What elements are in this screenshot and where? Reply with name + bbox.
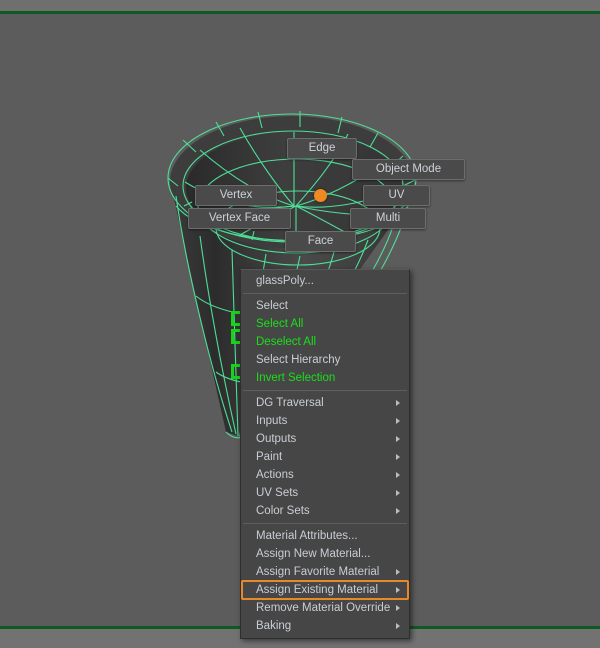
context-menu-item-label: Assign Existing Material <box>256 584 379 596</box>
context-menu-item-deselect-all[interactable]: Deselect All <box>241 333 409 351</box>
context-menu-item-remove-material-override[interactable]: Remove Material Override <box>241 599 409 617</box>
marking-menu-item-vertex[interactable]: Vertex <box>195 185 277 206</box>
context-menu-item-label: Remove Material Override <box>256 602 391 614</box>
context-menu-item-invert-selection[interactable]: Invert Selection <box>241 369 409 387</box>
marking-menu-item-vertex-face[interactable]: Vertex Face <box>188 208 291 229</box>
context-menu-item-select[interactable]: Select <box>241 297 409 315</box>
context-menu-item-outputs[interactable]: Outputs <box>241 430 409 448</box>
selection-bracket-left <box>231 364 240 379</box>
context-menu-item-assign-favorite-material[interactable]: Assign Favorite Material <box>241 563 409 581</box>
context-menu-item-label: Inputs <box>256 415 288 427</box>
selection-bracket-left <box>231 329 240 344</box>
context-menu-item-select-hierarchy[interactable]: Select Hierarchy <box>241 351 409 369</box>
context-menu-item-label: Material Attributes... <box>256 530 358 542</box>
context-menu-separator <box>243 523 407 524</box>
context-menu-item-label: Select <box>256 300 288 312</box>
submenu-arrow-icon <box>396 508 400 514</box>
context-menu-item-label: glassPoly... <box>256 275 314 287</box>
context-menu-item-inputs[interactable]: Inputs <box>241 412 409 430</box>
top-panel-band <box>0 0 600 11</box>
context-menu-separator <box>243 293 407 294</box>
context-menu-item-glasspoly[interactable]: glassPoly... <box>241 272 409 290</box>
maya-viewport-screen: Edge Object Mode Vertex UV Vertex Face Multi F… <box>0 0 600 648</box>
submenu-arrow-icon <box>396 587 400 593</box>
context-menu-item-color-sets[interactable]: Color Sets <box>241 502 409 520</box>
context-menu-item-label: Select All <box>256 318 304 330</box>
context-menu-item-paint[interactable]: Paint <box>241 448 409 466</box>
context-menu-item-label: Baking <box>256 620 292 632</box>
marking-menu-item-edge[interactable]: Edge <box>287 138 357 159</box>
context-menu-item-label: Outputs <box>256 433 297 445</box>
context-menu-item-label: Assign New Material... <box>256 548 371 560</box>
marking-menu-item-face[interactable]: Face <box>285 231 356 252</box>
context-menu-item-label: Deselect All <box>256 336 317 348</box>
submenu-arrow-icon <box>396 569 400 575</box>
context-menu-item-label: DG Traversal <box>256 397 324 409</box>
context-menu-item-label: Paint <box>256 451 283 463</box>
context-menu-item-dg-traversal[interactable]: DG Traversal <box>241 394 409 412</box>
context-menu-item-select-all[interactable]: Select All <box>241 315 409 333</box>
context-menu-item-label: Actions <box>256 469 294 481</box>
submenu-arrow-icon <box>396 623 400 629</box>
submenu-arrow-icon <box>396 605 400 611</box>
context-menu[interactable]: glassPoly... Select Select All Deselect All… <box>240 269 410 639</box>
submenu-arrow-icon <box>396 418 400 424</box>
marking-menu-center-dot[interactable] <box>314 189 327 202</box>
context-menu-item-actions[interactable]: Actions <box>241 466 409 484</box>
selection-bracket-left <box>231 311 240 326</box>
context-menu-item-assign-existing-material[interactable]: Assign Existing Material <box>241 580 409 600</box>
context-menu-item-label: UV Sets <box>256 487 299 499</box>
context-menu-item-label: Select Hierarchy <box>256 354 341 366</box>
submenu-arrow-icon <box>396 454 400 460</box>
marking-menu-item-uv[interactable]: UV <box>363 185 430 206</box>
submenu-arrow-icon <box>396 400 400 406</box>
context-menu-item-material-attributes[interactable]: Material Attributes... <box>241 527 409 545</box>
context-menu-item-baking[interactable]: Baking <box>241 617 409 635</box>
context-menu-item-assign-new-material[interactable]: Assign New Material... <box>241 545 409 563</box>
marking-menu-item-multi[interactable]: Multi <box>350 208 426 229</box>
context-menu-item-label: Color Sets <box>256 505 310 517</box>
context-menu-item-label: Invert Selection <box>256 372 336 384</box>
submenu-arrow-icon <box>396 490 400 496</box>
submenu-arrow-icon <box>396 436 400 442</box>
marking-menu-item-object-mode[interactable]: Object Mode <box>352 159 465 180</box>
submenu-arrow-icon <box>396 472 400 478</box>
context-menu-item-label: Assign Favorite Material <box>256 566 380 578</box>
context-menu-separator <box>243 390 407 391</box>
context-menu-item-uv-sets[interactable]: UV Sets <box>241 484 409 502</box>
